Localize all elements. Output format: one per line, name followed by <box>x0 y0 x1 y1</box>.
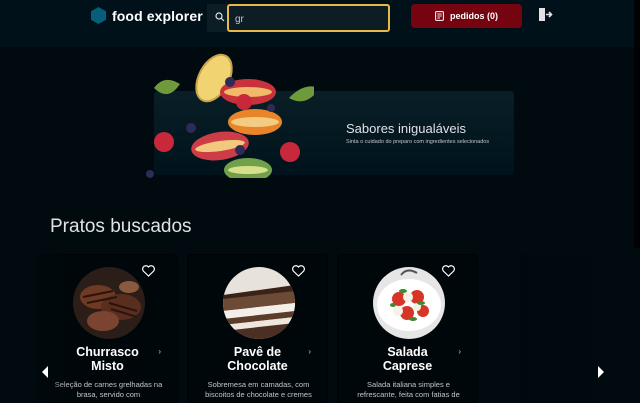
dish-description: Seleção de carnes grelhadas na brasa, se… <box>54 380 163 399</box>
top-header: food explorer pedidos (0) <box>0 0 640 403</box>
dish-name[interactable]: Churrasco Misto <box>38 345 177 373</box>
caprese-salad-image <box>373 267 445 339</box>
chevron-right-icon[interactable]: › <box>458 347 461 356</box>
receipt-icon <box>435 11 444 21</box>
brand-logo[interactable]: food explorer <box>91 7 203 24</box>
search-field-frame <box>227 4 390 32</box>
heart-icon[interactable] <box>442 265 455 277</box>
search-icon[interactable] <box>215 12 225 22</box>
brand-name: food explorer <box>112 7 203 24</box>
dish-description: Salada italiana simples e refrescante, f… <box>357 380 460 399</box>
dish-photo-pave[interactable] <box>223 267 295 339</box>
chocolate-cake-image <box>223 267 295 339</box>
carousel-next-icon[interactable] <box>595 364 607 380</box>
dish-card-caprese[interactable]: Salada Caprese › Salada italiana simples… <box>337 254 478 403</box>
dish-name[interactable]: Pavê de Chocolate <box>188 345 327 373</box>
chevron-right-icon[interactable]: › <box>158 347 161 356</box>
carousel-prev-icon[interactable] <box>39 364 51 380</box>
hexagon-logo-icon <box>91 7 106 24</box>
dish-description: Sobremesa em camadas, com biscoitos de c… <box>205 380 312 399</box>
banner-subtitle: Sinta o cuidado do preparo com ingredien… <box>346 139 490 145</box>
sign-out-icon[interactable] <box>538 7 553 22</box>
page-edge <box>634 0 640 403</box>
search-input[interactable] <box>235 11 385 27</box>
dish-card-pave[interactable]: Pavê de Chocolate › Sobremesa em camadas… <box>187 254 328 403</box>
dish-photo-caprese[interactable] <box>373 267 445 339</box>
banner-title: Sabores inigualáveis <box>346 121 466 136</box>
dish-card-churrasco[interactable]: Churrasco Misto › Seleção de carnes grel… <box>37 254 178 403</box>
dish-photo-churrasco[interactable] <box>73 267 145 339</box>
dish-name[interactable]: Salada Caprese <box>338 345 477 373</box>
heart-icon[interactable] <box>142 265 155 277</box>
chevron-right-icon[interactable]: › <box>308 347 311 356</box>
search-bar <box>207 4 390 32</box>
section-title: Pratos buscados <box>50 216 192 237</box>
dish-card-partial <box>520 254 620 403</box>
grilled-meat-image <box>73 267 145 339</box>
heart-icon[interactable] <box>292 265 305 277</box>
macarons-illustration <box>146 53 314 178</box>
orders-button[interactable]: pedidos (0) <box>411 4 522 28</box>
orders-label: pedidos (0) <box>449 11 498 21</box>
